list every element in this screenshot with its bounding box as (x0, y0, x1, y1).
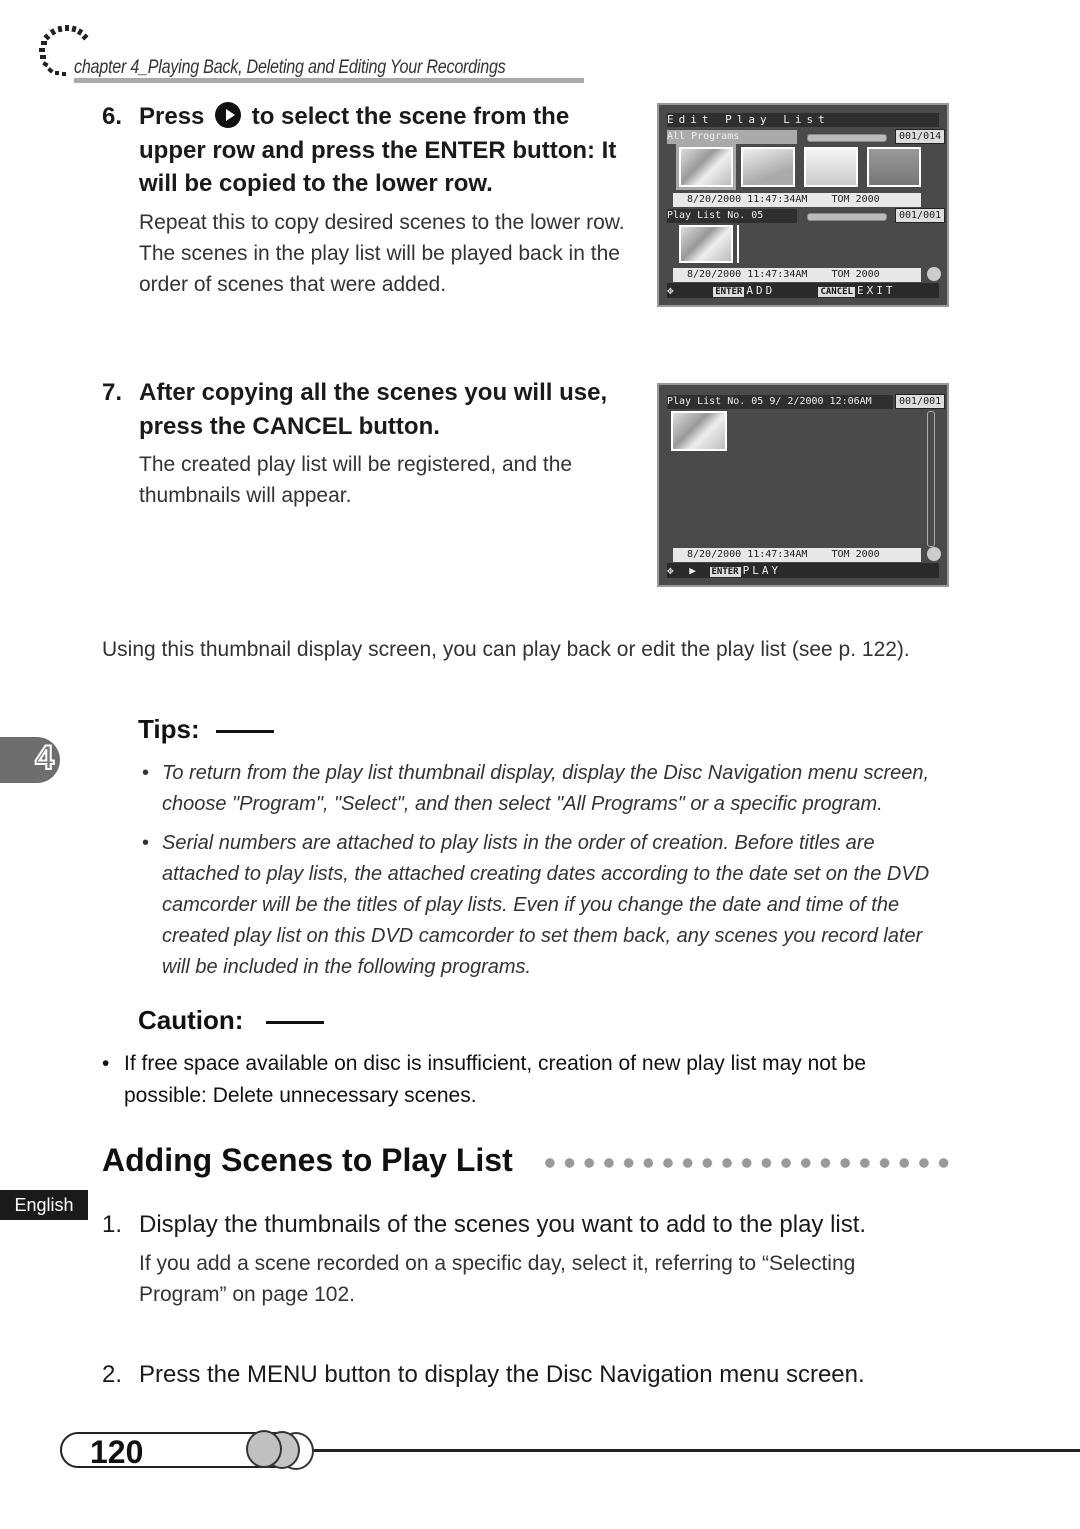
lower-scrollbar (807, 213, 887, 221)
chapter-tab: 4 (0, 737, 60, 783)
thumbnail (676, 144, 736, 190)
scene-date: 8/20/2000 11:47:34AM (687, 269, 808, 280)
page-number: 120 (90, 1434, 144, 1470)
caution-label: Caution: (138, 1005, 244, 1035)
scene-date: 8/20/2000 11:47:34AM (687, 194, 808, 205)
tip-item: To return from the play list thumbnail d… (142, 758, 952, 820)
lower-info-bar: 8/20/2000 11:47:34AM TOM 2000 (673, 268, 921, 282)
section-title: Adding Scenes to Play List (102, 1142, 513, 1178)
tip-item: Serial numbers are attached to play list… (142, 828, 952, 983)
cancel-tag: CANCEL (818, 287, 855, 297)
screen-title: Edit Play List (667, 113, 939, 127)
upper-info-bar: 8/20/2000 11:47:34AM TOM 2000 (673, 193, 921, 207)
cancel-action: EXIT (856, 284, 896, 297)
step-heading: Press to select the scene from the upper… (139, 100, 642, 201)
step-heading: After copying all the scenes you will us… (139, 379, 608, 440)
scene-title: TOM 2000 (831, 194, 880, 205)
upper-row-label: All Programs (667, 130, 797, 144)
step-body: If you add a scene recorded on a specifi… (139, 1251, 856, 1306)
lower-row-label: Play List No. 05 (667, 209, 797, 223)
screen-footer: ✥ ▶ ENTER PLAY (667, 563, 939, 578)
info-bar: 8/20/2000 11:47:34AM TOM 2000 (673, 548, 921, 562)
section-step-2: 2. Press the MENU button to display the … (102, 1358, 922, 1392)
dpad-icon: ✥ (667, 284, 674, 297)
thumbnail (679, 225, 733, 263)
step-heading: Press the MENU button to display the Dis… (139, 1361, 865, 1388)
lower-count: 001/001 (895, 208, 946, 223)
disc-icon (927, 547, 941, 561)
caution-rule (266, 1021, 324, 1024)
upper-count: 001/014 (895, 129, 946, 144)
thumbnail (804, 147, 858, 187)
thumbnail (741, 147, 795, 187)
footer-rule (300, 1449, 1080, 1452)
step-number: 2. (102, 1361, 123, 1388)
step-heading-text: Press (139, 103, 205, 130)
step-number: 1. (102, 1211, 123, 1238)
dpad-icon: ✥ (667, 564, 674, 577)
scene-date: 8/20/2000 11:47:34AM (687, 549, 808, 560)
step-6: 6. Press to select the scene from the up… (102, 100, 642, 300)
note-text: Using this thumbnail display screen, you… (102, 638, 910, 661)
scene-title: TOM 2000 (831, 269, 880, 280)
dotted-leader (540, 1157, 955, 1169)
section-step-1: 1. Display the thumbnails of the scenes … (102, 1208, 922, 1310)
step-body: The created play list will be registered… (139, 453, 573, 507)
tips-rule (216, 730, 274, 733)
enter-tag: ENTER (709, 567, 741, 577)
step-body: Repeat this to copy desired scenes to th… (139, 210, 625, 296)
upper-scrollbar (807, 134, 887, 142)
tips-list: To return from the play list thumbnail d… (142, 758, 952, 991)
disc-icon (927, 267, 941, 281)
thumbnail (671, 411, 727, 451)
insert-cursor (737, 225, 739, 263)
step-heading-text: to select the scene from the upper row a… (139, 103, 617, 197)
play-list-thumbnail-screen: Play List No. 05 9/ 2/2000 12:06AM 001/0… (657, 383, 949, 587)
step-number: 6. (102, 103, 123, 130)
enter-action: PLAY (742, 564, 782, 577)
play-menu-icon: ▶ (689, 564, 696, 577)
language-tab: English (0, 1190, 88, 1220)
scene-title: TOM 2000 (831, 549, 880, 560)
edit-play-list-screen: Edit Play List All Programs 001/014 8/20… (657, 103, 949, 307)
enter-tag: ENTER (713, 287, 745, 297)
step-7: 7. After copying all the scenes you will… (102, 376, 642, 511)
chapter-number: 4 (34, 738, 55, 778)
step-heading: Display the thumbnails of the scenes you… (139, 1211, 867, 1238)
chapter-title: chapter 4_Playing Back, Deleting and Edi… (74, 57, 506, 78)
caution-item: If free space available on disc is insuf… (102, 1048, 934, 1112)
disc-icon (246, 1430, 282, 1468)
enter-action: ADD (746, 284, 776, 297)
tips-label: Tips: (138, 714, 200, 744)
screen-title: Play List No. 05 9/ 2/2000 12:06AM (667, 395, 893, 409)
thumbnail (867, 147, 921, 187)
scrollbar[interactable] (927, 411, 935, 547)
step-number: 7. (102, 379, 123, 406)
right-arrow-button-icon (215, 102, 242, 128)
screen-footer: ✥ ENTER ADD CANCEL EXIT (667, 283, 939, 298)
play-list-count: 001/001 (895, 394, 946, 409)
